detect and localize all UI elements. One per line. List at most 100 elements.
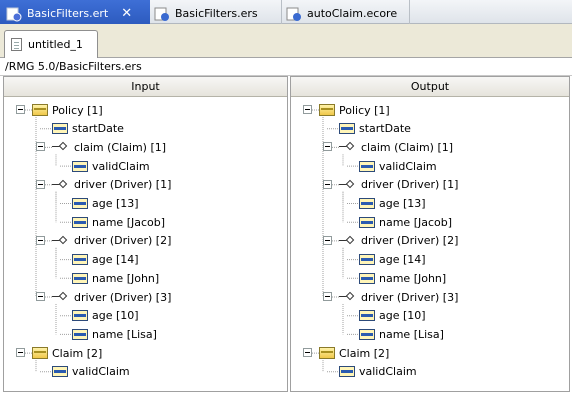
- tree-node-label: driver (Driver) [2]: [361, 234, 459, 248]
- tree-node-label: validClaim: [92, 159, 150, 173]
- tree-node-label: claim (Claim) [1]: [361, 140, 454, 154]
- tree-node-label: validClaim: [379, 159, 437, 173]
- collapse-toggle-icon[interactable]: [323, 179, 332, 189]
- tab-label: BasicFilters.ert: [27, 7, 109, 20]
- collapse-toggle-icon[interactable]: [16, 348, 25, 358]
- path-label: /RMG 5.0/BasicFilters.ers: [0, 58, 572, 76]
- tree-node-label: Policy [1]: [52, 103, 103, 117]
- tree-node[interactable]: validClaim: [339, 363, 417, 381]
- tree-node-label: startDate: [72, 122, 124, 136]
- tree-node[interactable]: name [Jacob]: [72, 213, 165, 231]
- tree-node-label: validClaim: [359, 365, 417, 379]
- tree-node[interactable]: Claim [2]: [319, 344, 389, 362]
- attribute-icon: [359, 254, 375, 266]
- collapse-toggle-icon[interactable]: [36, 179, 45, 189]
- reference-icon: [52, 180, 70, 190]
- sub-tab-label: untitled_1: [28, 38, 83, 51]
- tree-node[interactable]: Policy [1]: [319, 101, 390, 119]
- reference-icon: [52, 236, 70, 246]
- ert-file-icon: [6, 6, 22, 22]
- ers-file-icon: [154, 6, 170, 22]
- attribute-icon: [52, 123, 68, 135]
- attribute-icon: [359, 198, 375, 209]
- tree-node[interactable]: name [John]: [359, 269, 446, 287]
- tab-label: BasicFilters.ers: [175, 7, 258, 20]
- collapse-toggle-icon[interactable]: [36, 235, 45, 245]
- tree-node[interactable]: age [10]: [72, 307, 139, 325]
- tree-node-label: age [14]: [379, 253, 426, 267]
- tree-node-label: age [10]: [92, 309, 139, 323]
- tab-basicfilters-ert[interactable]: BasicFilters.ert ✕: [0, 0, 150, 24]
- collapse-toggle-icon[interactable]: [303, 348, 312, 358]
- reference-icon: [52, 142, 70, 152]
- tree-node[interactable]: age [14]: [359, 251, 426, 269]
- collapse-toggle-icon[interactable]: [16, 105, 25, 114]
- tree-node-label: validClaim: [72, 365, 130, 379]
- attribute-icon: [72, 328, 88, 340]
- tree-node[interactable]: age [13]: [359, 195, 426, 213]
- tree-node[interactable]: startDate: [339, 120, 411, 138]
- tree-node-label: claim (Claim) [1]: [74, 140, 167, 154]
- document-icon: [11, 38, 22, 51]
- tree-node[interactable]: name [Lisa]: [72, 325, 157, 343]
- tab-untitled-1[interactable]: untitled_1: [4, 30, 98, 58]
- tree-node-label: name [Lisa]: [379, 327, 444, 341]
- tree-node-label: driver (Driver) [1]: [74, 178, 172, 192]
- tree-node[interactable]: age [14]: [72, 251, 139, 269]
- tree-node[interactable]: validClaim: [359, 157, 437, 175]
- tree-node-label: Claim [2]: [52, 346, 103, 360]
- tree-node-label: name [Jacob]: [379, 215, 453, 229]
- tree-node-label: driver (Driver) [3]: [74, 290, 172, 304]
- collapse-toggle-icon[interactable]: [323, 235, 332, 245]
- tree-node[interactable]: driver (Driver) [1]: [52, 176, 171, 194]
- reference-icon: [339, 292, 357, 302]
- close-icon[interactable]: ✕: [121, 6, 132, 21]
- tree-node-label: name [John]: [379, 271, 447, 285]
- tab-autoclaim-ecore[interactable]: autoClaim.ecore: [282, 0, 410, 24]
- reference-icon: [339, 180, 357, 190]
- tab-basicfilters-ers[interactable]: BasicFilters.ers: [150, 0, 282, 24]
- tree-node[interactable]: name [John]: [72, 269, 159, 287]
- tree-node-label: Claim [2]: [339, 346, 390, 360]
- collapse-toggle-icon[interactable]: [323, 292, 332, 301]
- tree-node-label: name [John]: [92, 271, 160, 285]
- tree-node[interactable]: driver (Driver) [3]: [339, 288, 458, 306]
- tree-node[interactable]: claim (Claim) [1]: [339, 138, 453, 156]
- collapse-toggle-icon[interactable]: [303, 105, 312, 114]
- tree-node[interactable]: validClaim: [52, 363, 130, 381]
- tree-node[interactable]: driver (Driver) [2]: [339, 232, 458, 250]
- tree-node[interactable]: driver (Driver) [2]: [52, 232, 171, 250]
- tree-node[interactable]: Policy [1]: [32, 101, 103, 119]
- reference-icon: [339, 236, 357, 246]
- class-folder-icon: [32, 347, 48, 360]
- tree-node[interactable]: driver (Driver) [3]: [52, 288, 171, 306]
- collapse-toggle-icon[interactable]: [36, 142, 45, 152]
- attribute-icon: [72, 310, 88, 322]
- attribute-icon: [359, 272, 375, 284]
- attribute-icon: [339, 123, 355, 135]
- tree-node[interactable]: claim (Claim) [1]: [52, 138, 166, 156]
- editor-tab-bar: BasicFilters.ert ✕ BasicFilters.ers auto…: [0, 0, 572, 24]
- tree-node[interactable]: startDate: [52, 120, 124, 138]
- tree-node[interactable]: name [Lisa]: [359, 325, 444, 343]
- tree-node[interactable]: age [13]: [72, 195, 139, 213]
- collapse-toggle-icon[interactable]: [323, 142, 332, 152]
- tree-node-label: age [13]: [92, 197, 139, 210]
- reference-icon: [339, 142, 357, 152]
- tree-node-label: Policy [1]: [339, 103, 390, 117]
- class-folder-icon: [32, 104, 48, 116]
- tree-node-label: age [10]: [379, 309, 426, 323]
- tab-label: autoClaim.ecore: [307, 7, 398, 20]
- collapse-toggle-icon[interactable]: [36, 292, 45, 301]
- tree-node[interactable]: Claim [2]: [32, 344, 102, 362]
- tree-node[interactable]: age [10]: [359, 307, 426, 325]
- attribute-icon: [359, 216, 375, 228]
- attribute-icon: [72, 254, 88, 266]
- input-panel: Input Policy [1] startDate claim (Claim) […: [3, 76, 288, 392]
- tree-node[interactable]: driver (Driver) [1]: [339, 176, 458, 194]
- ecore-file-icon: [286, 6, 302, 22]
- tree-node[interactable]: name [Jacob]: [359, 213, 452, 231]
- tree-node[interactable]: validClaim: [72, 157, 150, 175]
- reference-icon: [52, 292, 70, 302]
- attribute-icon: [72, 198, 88, 209]
